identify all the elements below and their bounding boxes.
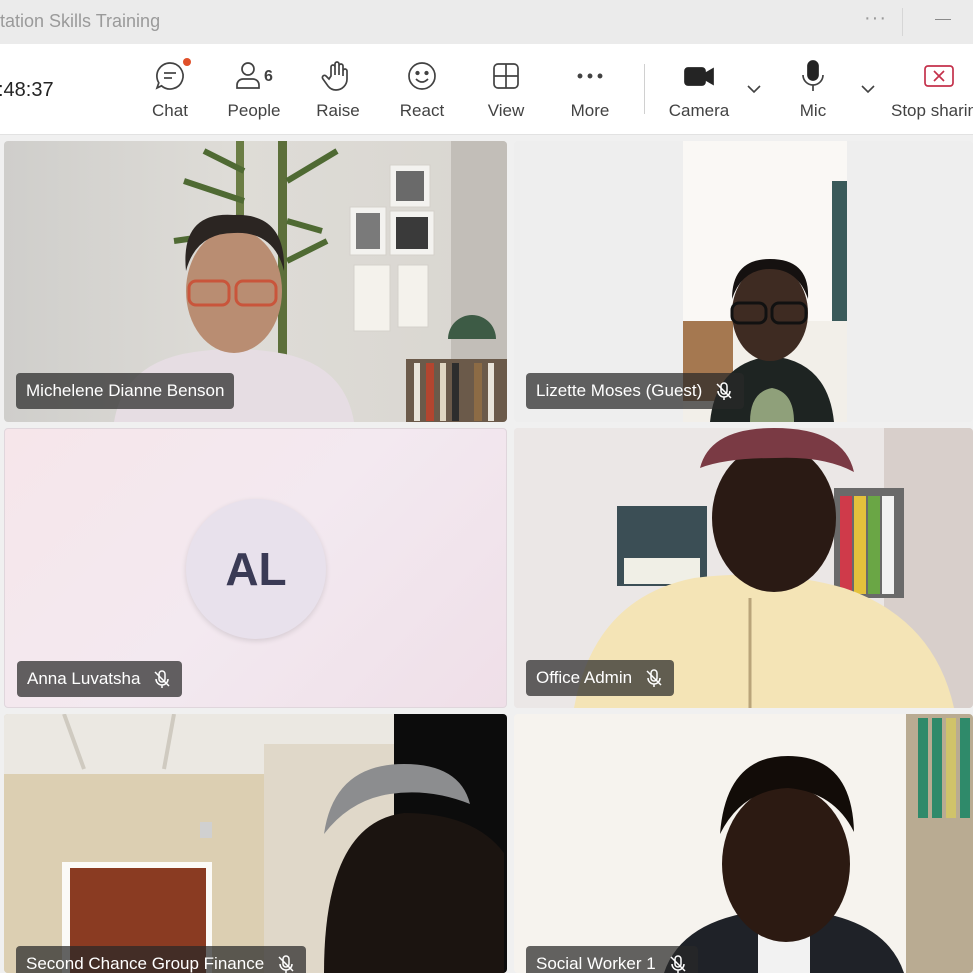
more-button[interactable]: More [554, 58, 626, 126]
camera-label: Camera [668, 101, 730, 120]
react-button[interactable]: React [386, 58, 458, 126]
participant-name: Lizette Moses (Guest) [536, 381, 703, 400]
meeting-title: itation Skills Training [0, 11, 161, 31]
more-label: More [570, 101, 610, 120]
mic-muted-icon [714, 381, 734, 401]
toolbar-divider [644, 64, 645, 114]
participant-name-tag: Social Worker 1 [526, 946, 698, 973]
video-tile-lizette[interactable]: Lizette Moses (Guest) [514, 141, 973, 422]
people-icon: 6 [218, 58, 290, 94]
people-label: People [227, 101, 281, 120]
participant-name-tag: Michelene Dianne Benson [16, 373, 235, 409]
mic-muted-icon [668, 954, 688, 973]
video-feed [4, 714, 507, 973]
participant-name-tag: Anna Luvatsha [17, 661, 183, 697]
people-count: 6 [264, 68, 273, 85]
video-tile-second-chance[interactable]: Second Chance Group Finance [4, 714, 507, 973]
mic-options-chevron-icon[interactable] [859, 82, 877, 101]
mic-muted-icon [152, 669, 172, 689]
chat-icon [134, 58, 206, 94]
video-tile-michelene[interactable]: Michelene Dianne Benson [4, 141, 507, 422]
camera-options-chevron-icon[interactable] [745, 82, 763, 101]
titlebar-divider [902, 8, 903, 36]
more-icon [554, 58, 626, 94]
stop-sharing-button[interactable]: Stop sharin [891, 58, 973, 126]
camera-icon [663, 58, 735, 94]
grid-view-icon [470, 58, 542, 94]
stop-sharing-label: Stop sharin [891, 101, 973, 120]
minimize-icon[interactable] [935, 19, 951, 20]
raise-hand-button[interactable]: Raise [302, 58, 374, 126]
video-tile-social-worker[interactable]: Social Worker 1 [514, 714, 973, 973]
people-button[interactable]: 6 People [218, 58, 290, 126]
chat-notification-dot [183, 58, 191, 66]
mic-label: Mic [799, 101, 827, 120]
chat-label: Chat [152, 101, 188, 120]
participant-name-tag: Lizette Moses (Guest) [526, 373, 745, 409]
react-label: React [399, 101, 445, 120]
smile-icon [386, 58, 458, 94]
participant-name: Office Admin [536, 668, 633, 687]
participant-name-tag: Second Chance Group Finance [16, 946, 307, 973]
stop-sharing-icon [921, 58, 957, 94]
mic-button[interactable]: Mic [777, 58, 849, 126]
mic-icon [777, 58, 849, 94]
mic-muted-icon [276, 954, 296, 973]
view-button[interactable]: View [470, 58, 542, 126]
title-bar: itation Skills Training ··· [0, 0, 973, 44]
meeting-timer: :48:37 [0, 79, 54, 101]
chat-button[interactable]: Chat [134, 58, 206, 126]
raise-hand-icon [302, 58, 374, 94]
video-tile-anna[interactable]: AL Anna Luvatsha [4, 428, 507, 708]
participant-name: Second Chance Group Finance [26, 954, 265, 973]
view-label: View [487, 101, 525, 120]
participant-name: Social Worker 1 [536, 954, 656, 973]
raise-label: Raise [316, 101, 360, 120]
camera-button[interactable]: Camera [663, 58, 735, 126]
mic-muted-icon [644, 668, 664, 688]
participant-name-tag: Office Admin [526, 660, 675, 696]
meeting-toolbar: :48:37 Chat 6 People Raise React View Mo… [0, 44, 973, 135]
video-tile-office-admin[interactable]: Office Admin [514, 428, 973, 708]
avatar: AL [186, 499, 326, 639]
window-more-icon[interactable]: ··· [864, 7, 887, 30]
participant-name: Michelene Dianne Benson [26, 381, 225, 400]
participant-name: Anna Luvatsha [27, 669, 141, 688]
video-feed [514, 714, 973, 973]
